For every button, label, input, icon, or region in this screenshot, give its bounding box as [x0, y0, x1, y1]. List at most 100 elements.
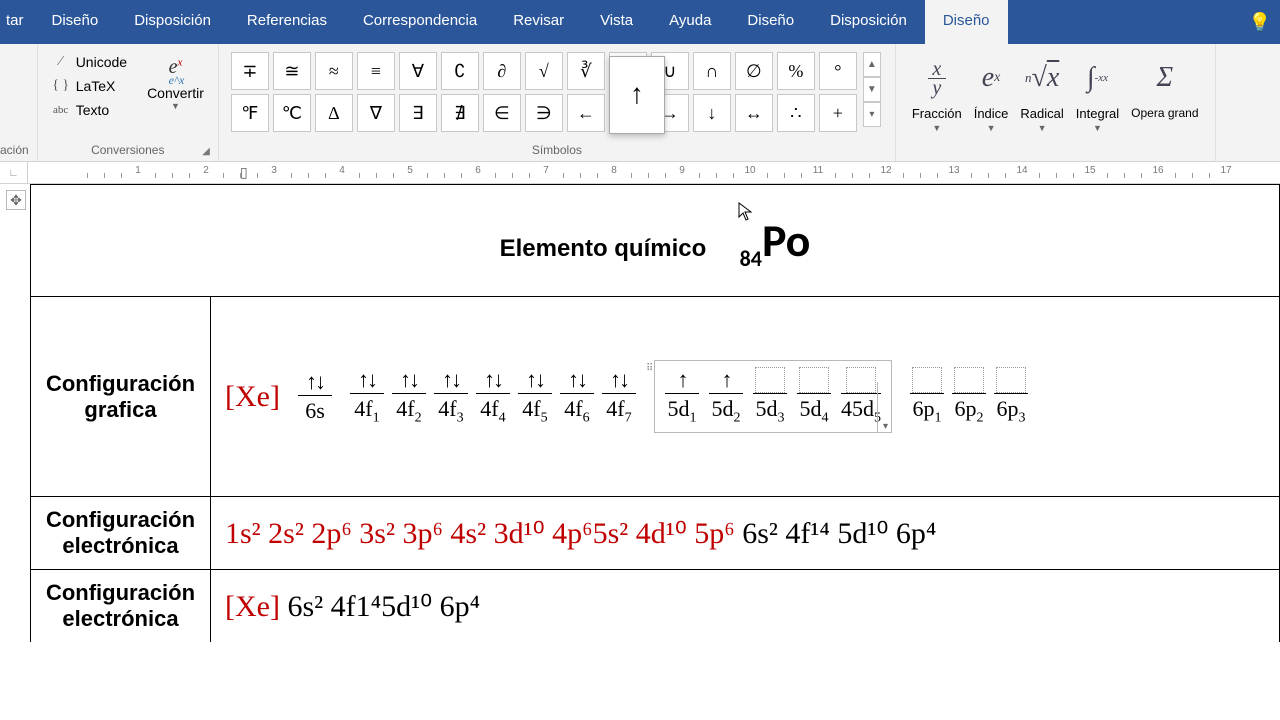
- orbital: ↑↓4f5: [518, 367, 552, 426]
- orbital: ↑↓4f2: [392, 367, 426, 426]
- ec2-black: 6s² 4f1⁴5d¹⁰ 6p⁴: [280, 590, 480, 623]
- tab-cut[interactable]: tar: [0, 0, 34, 44]
- tab-disposición[interactable]: Disposición: [812, 0, 925, 44]
- ribbon-body: ación ∕Unicode { }LaTeX abcTexto exe^x C…: [0, 44, 1280, 162]
- symbol-button[interactable]: °: [819, 52, 857, 90]
- header-cell[interactable]: Elemento químico 84Po: [31, 185, 1280, 297]
- opgrande-button[interactable]: ΣOpera grand: [1131, 52, 1198, 120]
- convertir-button[interactable]: exe^x Convertir ▼: [141, 52, 210, 115]
- texto-button[interactable]: abcTexto: [46, 100, 133, 120]
- symbol-button[interactable]: ↑: [609, 56, 665, 134]
- group-conversiones-label: Conversiones◢: [46, 141, 210, 159]
- symbol-button[interactable]: ℃: [273, 94, 311, 132]
- row-label-elec2[interactable]: Configuración electrónica: [31, 570, 211, 643]
- ec-black: 6s² 4f¹⁴ 5d¹⁰ 6p⁴: [735, 517, 937, 550]
- tab-revisar[interactable]: Revisar: [495, 0, 582, 44]
- tab-ayuda[interactable]: Ayuda: [651, 0, 729, 44]
- group-simbolos-label: Símbolos: [227, 141, 887, 159]
- symbol-button[interactable]: ∋: [525, 94, 563, 132]
- group-simbolos: ▲ ▼ ▾ ∓≅≈≡∀∁∂√∛∜∪∩∅%°℉℃∆∇∃∄∈∋←↑→↓↔∴+ Sím…: [219, 44, 896, 161]
- row-label-grafica[interactable]: Configuración grafica: [31, 297, 211, 497]
- symbol-button[interactable]: +: [819, 94, 857, 132]
- symbol-button[interactable]: ←: [567, 94, 605, 132]
- chevron-down-icon[interactable]: ▼: [171, 101, 180, 111]
- orbital: 45d5: [841, 367, 881, 426]
- chevron-down-icon[interactable]: ▼: [987, 123, 996, 133]
- symbol-button[interactable]: ∈: [483, 94, 521, 132]
- symbol-button[interactable]: ∓: [231, 52, 269, 90]
- symbol-button[interactable]: √: [525, 52, 563, 90]
- ruler[interactable]: ∟ 1234567891011121314151617▯: [0, 162, 1280, 184]
- cell-elec1[interactable]: 1s² 2s² 2p⁶ 3s² 3p⁶ 4s² 3d¹⁰ 4p⁶5s² 4d¹⁰…: [211, 497, 1280, 570]
- symbol-button[interactable]: ↔: [735, 94, 773, 132]
- table-move-handle[interactable]: ✥: [6, 190, 26, 210]
- symbol-button[interactable]: ≈: [315, 52, 353, 90]
- fraccion-button[interactable]: xyFracción▼: [912, 52, 962, 133]
- chevron-down-icon[interactable]: ▼: [932, 123, 941, 133]
- symbols-scroll: ▲ ▼ ▾: [863, 52, 881, 127]
- scroll-down-icon[interactable]: ▼: [863, 77, 881, 102]
- group-cut: ación: [0, 44, 38, 161]
- symbols-grid: ▲ ▼ ▾ ∓≅≈≡∀∁∂√∛∜∪∩∅%°℉℃∆∇∃∄∈∋←↑→↓↔∴+: [227, 48, 887, 132]
- unicode-button[interactable]: ∕Unicode: [46, 52, 133, 72]
- group-conversiones: ∕Unicode { }LaTeX abcTexto exe^x Convert…: [38, 44, 219, 161]
- group-cut-label: ación: [0, 141, 29, 159]
- equation-selection[interactable]: ⠿↑5d1↑5d2 5d3 5d4 45d5▾: [654, 360, 892, 433]
- symbol-button[interactable]: ∛: [567, 52, 605, 90]
- row-label-elec1[interactable]: Configuración electrónica: [31, 497, 211, 570]
- symbol-button[interactable]: ∩: [693, 52, 731, 90]
- symbol-button[interactable]: ∇: [357, 94, 395, 132]
- tell-me-icon[interactable]: 💡: [1240, 0, 1280, 44]
- chevron-down-icon[interactable]: ▼: [1093, 123, 1102, 133]
- orbital: ↑↓4f4: [476, 367, 510, 426]
- cell-grafica[interactable]: [Xe]↑↓6s↑↓4f1↑↓4f2↑↓4f3↑↓4f4↑↓4f5↑↓4f6↑↓…: [211, 297, 1280, 497]
- dialog-launcher-icon[interactable]: ◢: [202, 146, 210, 157]
- symbol-button[interactable]: ∃: [399, 94, 437, 132]
- symbol-button[interactable]: ∅: [735, 52, 773, 90]
- orbital: 6p1: [910, 367, 944, 426]
- tab-diseño[interactable]: Diseño: [34, 0, 117, 44]
- symbol-button[interactable]: ∄: [441, 94, 479, 132]
- radical-button[interactable]: n√xRadical▼: [1020, 52, 1063, 133]
- orbital: ↑↓6s: [298, 369, 332, 424]
- symbol-button[interactable]: ≅: [273, 52, 311, 90]
- tab-stop-icon[interactable]: ∟: [0, 162, 28, 184]
- orbital: ↑5d2: [709, 367, 743, 426]
- symbol-button[interactable]: ∆: [315, 94, 353, 132]
- symbol-button[interactable]: ∴: [777, 94, 815, 132]
- orbital: ↑↓4f1: [350, 367, 384, 426]
- orbital: 5d4: [797, 367, 831, 426]
- symbol-button[interactable]: ℉: [231, 94, 269, 132]
- symbol-button[interactable]: ↓: [693, 94, 731, 132]
- symbol-button[interactable]: ∀: [399, 52, 437, 90]
- tab-design-active[interactable]: Diseño: [925, 0, 1008, 44]
- orbital: ↑↓4f7: [602, 367, 636, 426]
- scroll-more-icon[interactable]: ▾: [863, 102, 881, 127]
- tab-diseño[interactable]: Diseño: [729, 0, 812, 44]
- symbol-button[interactable]: %: [777, 52, 815, 90]
- symbol-button[interactable]: ∁: [441, 52, 479, 90]
- tab-correspondencia[interactable]: Correspondencia: [345, 0, 495, 44]
- orbital: 6p2: [952, 367, 986, 426]
- indice-button[interactable]: exÍndice▼: [974, 52, 1009, 133]
- symbol-button[interactable]: ≡: [357, 52, 395, 90]
- orbital: 6p3: [994, 367, 1028, 426]
- doc-table: Elemento químico 84Po Configuración graf…: [30, 184, 1280, 642]
- cell-elec2[interactable]: [Xe] 6s² 4f1⁴5d¹⁰ 6p⁴: [211, 570, 1280, 643]
- tab-vista[interactable]: Vista: [582, 0, 651, 44]
- orbital: 5d3: [753, 367, 787, 426]
- group-structs: xyFracción▼ exÍndice▼ n√xRadical▼ ∫-xxIn…: [896, 44, 1216, 161]
- tab-referencias[interactable]: Referencias: [229, 0, 345, 44]
- latex-button[interactable]: { }LaTeX: [46, 76, 133, 96]
- ec2-xe: [Xe]: [225, 590, 280, 623]
- xe-core: [Xe]: [225, 380, 280, 414]
- orbital: ↑5d1: [665, 367, 699, 426]
- scroll-up-icon[interactable]: ▲: [863, 52, 881, 77]
- equation-options-icon[interactable]: ▾: [877, 382, 893, 432]
- orbital: ↑↓4f6: [560, 367, 594, 426]
- integral-button[interactable]: ∫-xxIntegral▼: [1076, 52, 1119, 133]
- tab-disposición[interactable]: Disposición: [116, 0, 229, 44]
- chevron-down-icon[interactable]: ▼: [1038, 123, 1047, 133]
- symbol-button[interactable]: ∂: [483, 52, 521, 90]
- element-symbol: 84Po: [740, 213, 811, 269]
